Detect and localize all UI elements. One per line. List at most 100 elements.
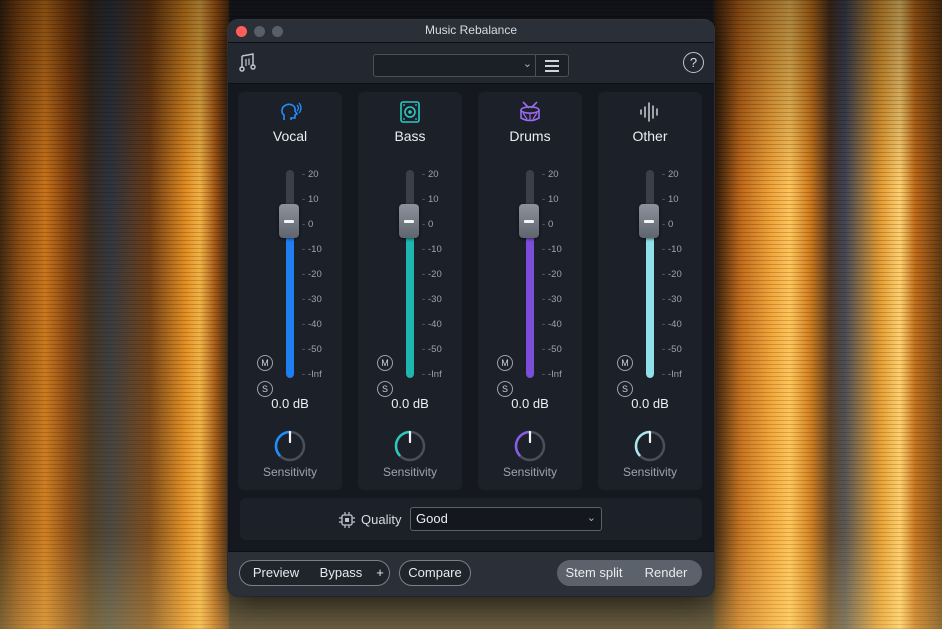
scale-tick: -20 bbox=[542, 169, 559, 180]
scale-tick: - -50 bbox=[662, 344, 682, 355]
solo-button[interactable]: S bbox=[377, 381, 393, 397]
gain-scale: -20 -10 -0 - -10 - -20 - -30 - -40 - -50 - -Inf bbox=[662, 170, 702, 380]
scale-tick: - -30 bbox=[542, 294, 562, 305]
scale-tick: - -30 bbox=[422, 294, 442, 305]
sensitivity-knob[interactable] bbox=[513, 429, 547, 463]
scale-tick: - -50 bbox=[302, 344, 322, 355]
sensitivity-label: Sensitivity bbox=[622, 465, 678, 479]
scale-tick: -0 bbox=[542, 219, 554, 230]
gain-fader-thumb[interactable] bbox=[519, 204, 539, 238]
scale-tick: - -Inf bbox=[422, 369, 442, 380]
stem-split-button[interactable]: Stem split bbox=[557, 560, 631, 586]
gain-fader-fill bbox=[646, 228, 654, 378]
sensitivity-label: Sensitivity bbox=[262, 465, 318, 479]
solo-button[interactable]: S bbox=[617, 381, 633, 397]
footer-bar: Preview Bypass + Compare Stem split Rend… bbox=[228, 551, 714, 596]
stem-strip-drums: Drums -20-10-0- -10- -20- -30- -40- -50- -Inf M S… bbox=[478, 92, 582, 490]
scale-tick: - -10 bbox=[422, 244, 442, 255]
gain-fader-fill bbox=[526, 228, 534, 378]
solo-button[interactable]: S bbox=[497, 381, 513, 397]
solo-button[interactable]: S bbox=[257, 381, 273, 397]
gain-fader-fill bbox=[286, 228, 294, 378]
scale-tick: - -30 bbox=[302, 294, 322, 305]
window-title: Music Rebalance bbox=[424, 23, 518, 37]
gain-fader-thumb[interactable] bbox=[399, 204, 419, 238]
gain-fader-track[interactable] bbox=[526, 170, 534, 378]
scale-tick: -20 bbox=[422, 169, 439, 180]
scale-tick: - -10 bbox=[662, 244, 682, 255]
gain-fader-thumb[interactable] bbox=[639, 204, 659, 238]
scale-tick: - -Inf bbox=[542, 369, 562, 380]
scale-tick: - -20 bbox=[662, 269, 682, 280]
gain-scale: -20 -10 -0 - -10 - -20 - -30 - -40 - -50 - -Inf bbox=[302, 170, 342, 380]
stem-name: Drums bbox=[509, 128, 551, 144]
help-button[interactable]: ? bbox=[683, 52, 704, 73]
preset-menu-button[interactable] bbox=[535, 54, 569, 77]
gain-value: 0.0 dB bbox=[271, 396, 309, 411]
scale-tick: -10 bbox=[302, 194, 319, 205]
scale-tick: - -20 bbox=[302, 269, 322, 280]
scale-tick: - -20 bbox=[542, 269, 562, 280]
mute-button[interactable]: M bbox=[377, 355, 393, 371]
sensitivity-knob[interactable] bbox=[393, 429, 427, 463]
quality-select[interactable]: Good ⌄ bbox=[410, 507, 602, 531]
bypass-button[interactable]: Bypass bbox=[311, 560, 372, 586]
sensitivity-label: Sensitivity bbox=[502, 465, 558, 479]
scale-tick: - -Inf bbox=[662, 369, 682, 380]
scale-tick: - -10 bbox=[542, 244, 562, 255]
hamburger-icon bbox=[545, 60, 559, 62]
preset-dropdown[interactable]: ⌄ bbox=[373, 54, 537, 77]
scale-tick: -20 bbox=[302, 169, 319, 180]
gain-fader-thumb[interactable] bbox=[279, 204, 299, 238]
add-button[interactable]: + bbox=[371, 560, 390, 586]
chevron-down-icon: ⌄ bbox=[586, 512, 596, 524]
speaker-icon bbox=[400, 101, 420, 123]
title-bar: Music Rebalance bbox=[228, 20, 714, 43]
scale-tick: - -40 bbox=[302, 319, 322, 330]
scale-tick: -20 bbox=[662, 169, 679, 180]
chevron-down-icon: ⌄ bbox=[522, 58, 532, 70]
scale-tick: - -20 bbox=[422, 269, 442, 280]
music-note-icon bbox=[239, 53, 256, 72]
mute-button[interactable]: M bbox=[497, 355, 513, 371]
head-voice-icon bbox=[281, 102, 302, 120]
scale-tick: -10 bbox=[542, 194, 559, 205]
scale-tick: - -40 bbox=[542, 319, 562, 330]
gain-fader-track[interactable] bbox=[286, 170, 294, 378]
stem-strip-vocal: Vocal -20-10-0- -10- -20- -30- -40- -50- -Inf M S… bbox=[238, 92, 342, 490]
gain-fader-track[interactable] bbox=[646, 170, 654, 378]
gain-value: 0.0 dB bbox=[511, 396, 549, 411]
scale-tick: - -40 bbox=[422, 319, 442, 330]
scale-tick: - -50 bbox=[542, 344, 562, 355]
sensitivity-label: Sensitivity bbox=[382, 465, 438, 479]
sensitivity-knob[interactable] bbox=[633, 429, 667, 463]
mute-button[interactable]: M bbox=[617, 355, 633, 371]
quality-label: Quality bbox=[361, 512, 402, 527]
stem-strips-panel: Vocal -20-10-0- -10- -20- -30- -40- -50- -Inf M S… bbox=[238, 92, 704, 492]
mute-button[interactable]: M bbox=[257, 355, 273, 371]
gain-value: 0.0 dB bbox=[631, 396, 669, 411]
gain-fader-track[interactable] bbox=[406, 170, 414, 378]
quality-bar: Quality Good ⌄ bbox=[240, 498, 702, 540]
stem-name: Bass bbox=[394, 128, 426, 144]
gain-value: 0.0 dB bbox=[391, 396, 429, 411]
compare-button[interactable]: Compare bbox=[399, 560, 471, 586]
gain-scale: -20 -10 -0 - -10 - -20 - -30 - -40 - -50 - -Inf bbox=[542, 170, 582, 380]
scale-tick: - -50 bbox=[422, 344, 442, 355]
stem-name: Other bbox=[632, 128, 668, 144]
gain-fader-fill bbox=[406, 228, 414, 378]
scale-tick: -0 bbox=[302, 219, 314, 230]
quality-value: Good bbox=[416, 511, 448, 526]
sensitivity-knob[interactable] bbox=[273, 429, 307, 463]
scale-tick: - -40 bbox=[662, 319, 682, 330]
music-rebalance-window: Music Rebalance ⌄ ? Vocal -20 -10 -0 - -10 - -2… bbox=[228, 20, 714, 596]
waveform-icon bbox=[640, 102, 658, 122]
scale-tick: -0 bbox=[422, 219, 434, 230]
render-button[interactable]: Render bbox=[630, 560, 702, 586]
scale-tick: - -30 bbox=[662, 294, 682, 305]
gain-scale: -20 -10 -0 - -10 - -20 - -30 - -40 - -50 - -Inf bbox=[422, 170, 462, 380]
scale-tick: -10 bbox=[662, 194, 679, 205]
preview-button[interactable]: Preview bbox=[239, 560, 313, 586]
toolbar: ⌄ ? bbox=[228, 43, 714, 84]
scale-tick: - -10 bbox=[302, 244, 322, 255]
